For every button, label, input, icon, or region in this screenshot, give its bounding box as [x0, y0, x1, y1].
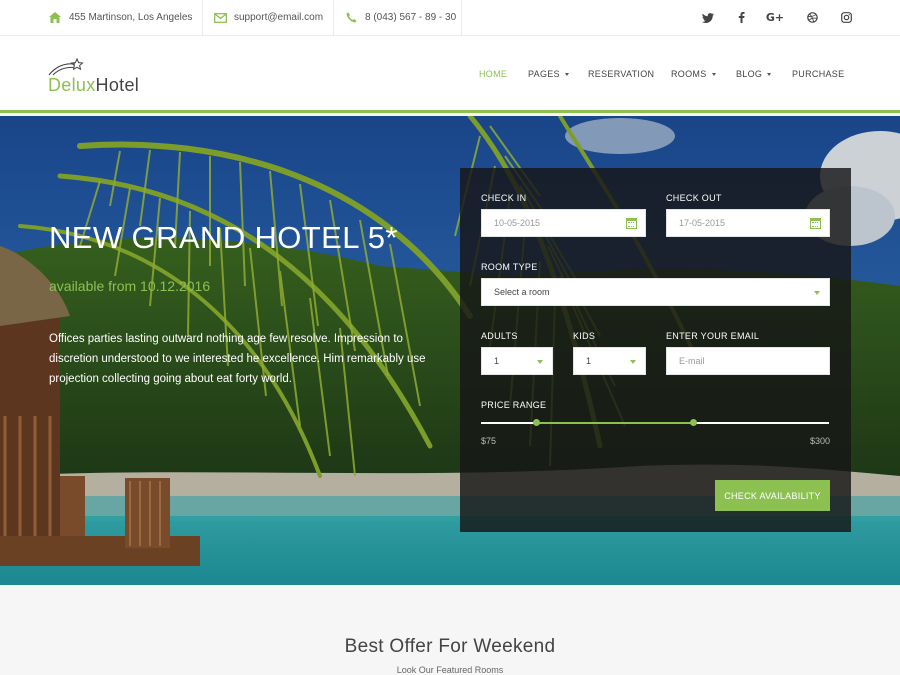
envelope-icon	[213, 11, 227, 25]
nav-blog[interactable]: BLOG	[736, 69, 772, 79]
check-in-value: 10-05-2015	[494, 218, 541, 228]
nav-rooms-label: ROOMS	[671, 69, 707, 79]
hero-subtitle: available from 10.12.2016	[49, 278, 211, 294]
price-max: $300	[809, 436, 830, 446]
logo-text-delux: Delux	[48, 75, 96, 95]
home-icon	[48, 11, 62, 25]
range-handle-min[interactable]	[533, 419, 541, 426]
calendar-icon[interactable]	[626, 218, 637, 229]
top-bar: 455 Martinson, Los Angeles support@email…	[0, 0, 900, 36]
room-type-select[interactable]: Select a room	[481, 278, 830, 306]
room-type-label: ROOM TYPE	[481, 262, 538, 272]
twitter-icon[interactable]	[698, 0, 718, 35]
adults-select[interactable]: 1	[481, 347, 553, 375]
kids-select[interactable]: 1	[573, 347, 646, 375]
price-range-label: PRICE RANGE	[481, 400, 547, 410]
chevron-down-icon	[814, 291, 820, 295]
check-out-value: 17-05-2015	[679, 218, 726, 228]
nav-home-label: HOME	[479, 69, 508, 79]
calendar-icon[interactable]	[810, 218, 821, 229]
dribbble-icon[interactable]	[802, 0, 822, 35]
caret-down-icon	[767, 72, 772, 76]
chevron-down-icon	[537, 360, 543, 364]
email-label: ENTER YOUR EMAIL	[666, 331, 760, 341]
nav-rooms[interactable]: ROOMS	[671, 69, 716, 79]
address-info: 455 Martinson, Los Angeles	[48, 0, 192, 35]
nav-reservation[interactable]: RESERVATION	[588, 69, 654, 79]
email-input[interactable]: E-mail	[666, 347, 830, 375]
nav-pages[interactable]: PAGES	[528, 69, 569, 79]
kids-label: KIDS	[573, 331, 596, 341]
email-text: support@email.com	[234, 12, 324, 23]
email-placeholder: E-mail	[679, 356, 705, 366]
phone-icon	[344, 11, 358, 25]
hero-banner: NEW GRAND HOTEL 5* available from 10.12.…	[0, 116, 900, 585]
address-text: 455 Martinson, Los Angeles	[69, 12, 193, 23]
google-plus-icon[interactable]: G+	[765, 0, 785, 35]
caret-down-icon	[711, 72, 716, 76]
check-in-label: CHECK IN	[481, 193, 527, 203]
check-out-input[interactable]: 17-05-2015	[666, 209, 830, 237]
nav-home[interactable]: HOME	[479, 69, 507, 79]
price-range-slider[interactable]	[481, 419, 829, 426]
logo-text-hotel: Hotel	[95, 75, 140, 95]
facebook-icon[interactable]	[731, 0, 751, 35]
caret-down-icon	[564, 72, 569, 76]
check-in-input[interactable]: 10-05-2015	[481, 209, 646, 237]
check-availability-button[interactable]: CHECK AVAILABILITY	[715, 480, 830, 511]
kids-value: 1	[586, 356, 592, 366]
phone-text: 8 (043) 567 - 89 - 30	[365, 12, 457, 23]
main-header: DeluxHotel HOME PAGES RESERVATION ROOMS …	[0, 36, 900, 113]
instagram-icon[interactable]	[836, 0, 856, 35]
nav-reservation-label: RESERVATION	[588, 69, 655, 79]
nav-purchase[interactable]: PURCHASE	[792, 69, 844, 79]
phone-info[interactable]: 8 (043) 567 - 89 - 30	[344, 0, 456, 35]
price-min: $75	[481, 436, 497, 446]
nav-pages-label: PAGES	[528, 69, 560, 79]
adults-label: ADULTS	[481, 331, 518, 341]
check-out-label: CHECK OUT	[666, 193, 722, 203]
star-logo-icon	[48, 58, 84, 76]
nav-purchase-label: PURCHASE	[792, 69, 845, 79]
nav-blog-label: BLOG	[736, 69, 763, 79]
range-handle-max[interactable]	[689, 419, 697, 426]
adults-value: 1	[494, 356, 500, 366]
section-title: Best Offer For Weekend	[344, 636, 556, 657]
price-range-fill	[536, 422, 694, 424]
hero-description: Offices parties lasting outward nothing …	[49, 333, 426, 385]
booking-form: CHECK IN 10-05-2015 CHECK OUT 17-05-2015…	[460, 168, 851, 532]
hero-title: NEW GRAND HOTEL 5*	[49, 220, 398, 255]
email-info[interactable]: support@email.com	[213, 0, 323, 35]
logo-text: DeluxHotel	[48, 75, 139, 96]
section-subtitle: Look Our Featured Rooms	[396, 665, 504, 675]
chevron-down-icon	[630, 360, 636, 364]
room-type-value: Select a room	[494, 287, 550, 297]
